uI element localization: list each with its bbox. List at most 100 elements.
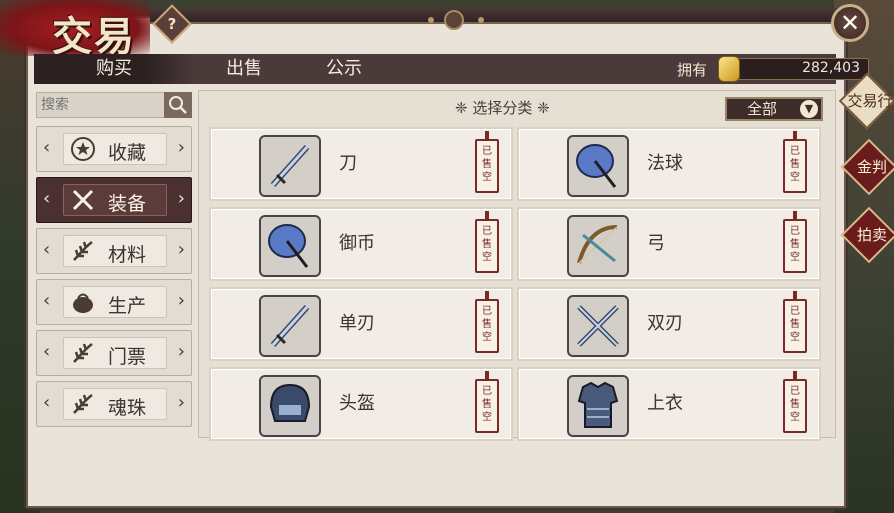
- prev-arrow-icon[interactable]: ‹: [43, 239, 50, 260]
- item-card[interactable]: 御币 已售空: [209, 207, 513, 281]
- tab-public-label: 公示: [326, 58, 362, 79]
- sold-out-text: 已售空: [482, 226, 492, 263]
- next-arrow-icon[interactable]: ›: [178, 392, 185, 413]
- gold-coin-icon: [718, 56, 740, 82]
- blade-icon: [259, 135, 321, 197]
- prev-arrow-icon[interactable]: ‹: [43, 341, 50, 362]
- item-name: 法球: [647, 153, 683, 174]
- item-card[interactable]: 双刃 已售空: [517, 287, 821, 361]
- rail-dot-icon: [428, 17, 434, 23]
- currency-value: 282,403: [802, 60, 860, 76]
- item-name: 刀: [339, 153, 357, 174]
- item-name: 双刃: [647, 313, 683, 334]
- sold-out-text: 已售空: [790, 146, 800, 183]
- sold-out-tag: 已售空: [783, 131, 807, 193]
- currency-label: 拥有: [677, 61, 708, 79]
- next-arrow-icon[interactable]: ›: [178, 290, 185, 311]
- category-label: 材料: [108, 244, 147, 266]
- section-header: ❈ 选择分类 ❈: [455, 99, 550, 117]
- side-tab-label: 交易行: [847, 92, 893, 110]
- help-icon: ?: [167, 15, 177, 33]
- sold-out-tag: 已售空: [475, 131, 499, 193]
- rail-ornament-icon: [444, 10, 464, 30]
- category-production[interactable]: ‹ 生产 ›: [36, 279, 192, 325]
- sold-out-text: 已售空: [482, 306, 492, 343]
- next-arrow-icon[interactable]: ›: [178, 341, 185, 362]
- armor-icon: [567, 375, 629, 437]
- item-card[interactable]: 弓 已售空: [517, 207, 821, 281]
- herb-icon: [73, 343, 93, 363]
- prev-arrow-icon[interactable]: ‹: [43, 392, 50, 413]
- pot-icon: [73, 293, 93, 313]
- sold-out-tag: 已售空: [783, 291, 807, 353]
- item-card[interactable]: 单刃 已售空: [209, 287, 513, 361]
- item-card[interactable]: 刀 已售空: [209, 127, 513, 201]
- sold-out-tag: 已售空: [783, 211, 807, 273]
- helmet-icon: [259, 375, 321, 437]
- herb-icon: [73, 241, 93, 261]
- search-icon: [169, 96, 187, 114]
- tab-sell-label: 出售: [226, 58, 262, 79]
- crossed-swords-icon: [72, 189, 94, 211]
- close-button[interactable]: ✕: [831, 4, 869, 42]
- category-inner: 材料: [63, 235, 167, 267]
- item-list-panel: ❈ 选择分类 ❈ 全部 ▼ 刀 已售空 法球 已售空 御币 已售空 弓 已售空: [198, 90, 836, 441]
- prev-arrow-icon[interactable]: ‹: [43, 137, 50, 158]
- next-arrow-icon[interactable]: ›: [178, 239, 185, 260]
- herb-icon: [73, 394, 93, 414]
- search-box: [36, 92, 192, 118]
- category-favorites[interactable]: ‹ 收藏 ›: [36, 126, 192, 172]
- search-input[interactable]: [37, 93, 165, 117]
- category-inner: 装备: [63, 184, 167, 216]
- category-tickets[interactable]: ‹ 门票 ›: [36, 330, 192, 376]
- umbrella-icon: [259, 215, 321, 277]
- blade-icon: [259, 295, 321, 357]
- search-button[interactable]: [164, 92, 192, 118]
- tab-public[interactable]: 公示: [294, 54, 394, 84]
- category-inner: 生产: [63, 286, 167, 318]
- category-label: 门票: [108, 346, 147, 368]
- sold-out-text: 已售空: [790, 306, 800, 343]
- sold-out-text: 已售空: [482, 386, 492, 423]
- category-inner: 门票: [63, 337, 167, 369]
- category-soul-beads[interactable]: ‹ 魂珠 ›: [36, 381, 192, 427]
- next-arrow-icon[interactable]: ›: [178, 137, 185, 158]
- item-card[interactable]: 法球 已售空: [517, 127, 821, 201]
- tab-bar: 购买 出售 公示 拥有 282,403: [34, 54, 869, 84]
- tab-buy[interactable]: 购买: [34, 54, 194, 84]
- item-card[interactable]: 头盔 已售空: [209, 367, 513, 441]
- twin-blades-icon: [567, 295, 629, 357]
- category-label: 装备: [108, 193, 147, 215]
- prev-arrow-icon[interactable]: ‹: [43, 188, 50, 209]
- sold-out-tag: 已售空: [475, 371, 499, 433]
- sold-out-tag: 已售空: [475, 211, 499, 273]
- item-name: 上衣: [647, 393, 683, 414]
- prev-arrow-icon[interactable]: ‹: [43, 290, 50, 311]
- item-name: 单刃: [339, 313, 375, 334]
- side-tab-auction[interactable]: 拍卖: [840, 206, 894, 264]
- item-card[interactable]: 上衣 已售空: [517, 367, 821, 441]
- sold-out-text: 已售空: [790, 386, 800, 423]
- item-name: 头盔: [339, 393, 375, 414]
- sold-out-text: 已售空: [482, 146, 492, 183]
- category-label: 魂珠: [108, 397, 147, 419]
- side-tab-gold[interactable]: 金判: [840, 138, 894, 196]
- category-inner: 魂珠: [63, 388, 167, 420]
- umbrella-icon: [567, 135, 629, 197]
- sold-out-text: 已售空: [790, 226, 800, 263]
- side-tab-label: 拍卖: [856, 226, 887, 244]
- next-arrow-icon[interactable]: ›: [178, 188, 185, 209]
- filter-value: 全部: [747, 100, 778, 118]
- item-name: 御币: [339, 233, 375, 254]
- tab-buy-label: 购买: [96, 58, 132, 79]
- category-inner: 收藏: [63, 133, 167, 165]
- tab-sell[interactable]: 出售: [194, 54, 294, 84]
- category-materials[interactable]: ‹ 材料 ›: [36, 228, 192, 274]
- category-label: 生产: [108, 295, 147, 317]
- filter-dropdown[interactable]: 全部 ▼: [725, 97, 823, 121]
- side-tab-label: 金判: [856, 158, 887, 176]
- category-equipment[interactable]: ‹ 装备 ›: [36, 177, 192, 223]
- top-rail: [150, 8, 840, 24]
- side-tab-exchange[interactable]: 交易行: [838, 72, 894, 130]
- item-name: 弓: [647, 233, 665, 254]
